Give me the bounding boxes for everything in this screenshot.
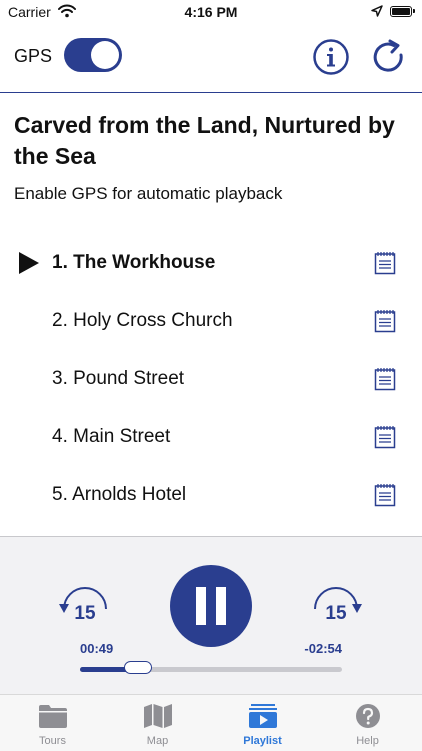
refresh-icon[interactable]	[370, 38, 408, 76]
notes-icon[interactable]	[374, 251, 396, 275]
tab-playlist[interactable]: Playlist	[210, 695, 315, 751]
playlist-icon	[249, 704, 277, 728]
clock-time: 4:16 PM	[184, 4, 238, 20]
gps-toggle[interactable]	[64, 38, 122, 72]
tab-help[interactable]: Help	[315, 695, 420, 751]
audio-player: 15 15 00:49 -02:54	[0, 536, 422, 695]
notes-icon[interactable]	[374, 367, 396, 391]
elapsed-time: 00:49	[80, 641, 114, 656]
track-label: 5. Arnolds Hotel	[52, 484, 187, 505]
track-row[interactable]: 2. Holy Cross Church	[0, 292, 422, 350]
track-label: 2. Holy Cross Church	[52, 310, 233, 331]
playlist: 1. The Workhouse 2. Holy Cross Church 3.…	[0, 234, 422, 524]
notes-icon[interactable]	[374, 483, 396, 507]
map-icon	[144, 704, 172, 728]
remaining-time: -02:54	[304, 641, 342, 656]
tab-label: Map	[146, 735, 169, 747]
pause-icon	[196, 587, 206, 625]
progress-slider[interactable]	[80, 661, 342, 674]
track-row[interactable]: 4. Main Street	[0, 408, 422, 466]
pause-button[interactable]	[170, 565, 252, 647]
tab-bar: Tours Map Playlist Help	[0, 694, 422, 751]
track-label: 3. Pound Street	[52, 368, 185, 389]
help-icon	[356, 704, 380, 728]
tab-label: Playlist	[243, 735, 282, 747]
notes-icon[interactable]	[374, 425, 396, 449]
folder-icon	[39, 705, 67, 728]
skip-back-seconds: 15	[74, 603, 96, 624]
tab-label: Tours	[39, 735, 66, 747]
tour-subtitle: Enable GPS for automatic playback	[14, 184, 283, 203]
status-bar: Carrier 4:16 PM	[0, 0, 422, 26]
track-row[interactable]: 5. Arnolds Hotel	[0, 466, 422, 524]
battery-icon	[390, 6, 415, 17]
gps-toggle-knob	[91, 41, 119, 69]
track-label: 4. Main Street	[52, 426, 171, 447]
top-bar: GPS	[0, 26, 422, 93]
play-indicator-icon	[19, 252, 39, 274]
gps-label: GPS	[14, 46, 53, 66]
info-icon[interactable]	[312, 38, 350, 76]
tab-map[interactable]: Map	[105, 695, 210, 751]
tour-title: Carved from the Land, Nurtured by the Se…	[14, 112, 395, 169]
tab-tours[interactable]: Tours	[0, 695, 105, 751]
track-row[interactable]: 3. Pound Street	[0, 350, 422, 408]
track-label: 1. The Workhouse	[52, 252, 216, 273]
location-arrow-icon	[371, 5, 383, 17]
skip-forward-seconds: 15	[325, 603, 347, 624]
skip-back-button[interactable]: 15	[57, 587, 113, 633]
progress-thumb[interactable]	[123, 661, 152, 674]
notes-icon[interactable]	[374, 309, 396, 333]
skip-forward-button[interactable]: 15	[308, 587, 364, 633]
tab-label: Help	[356, 735, 379, 747]
track-row[interactable]: 1. The Workhouse	[0, 234, 422, 292]
